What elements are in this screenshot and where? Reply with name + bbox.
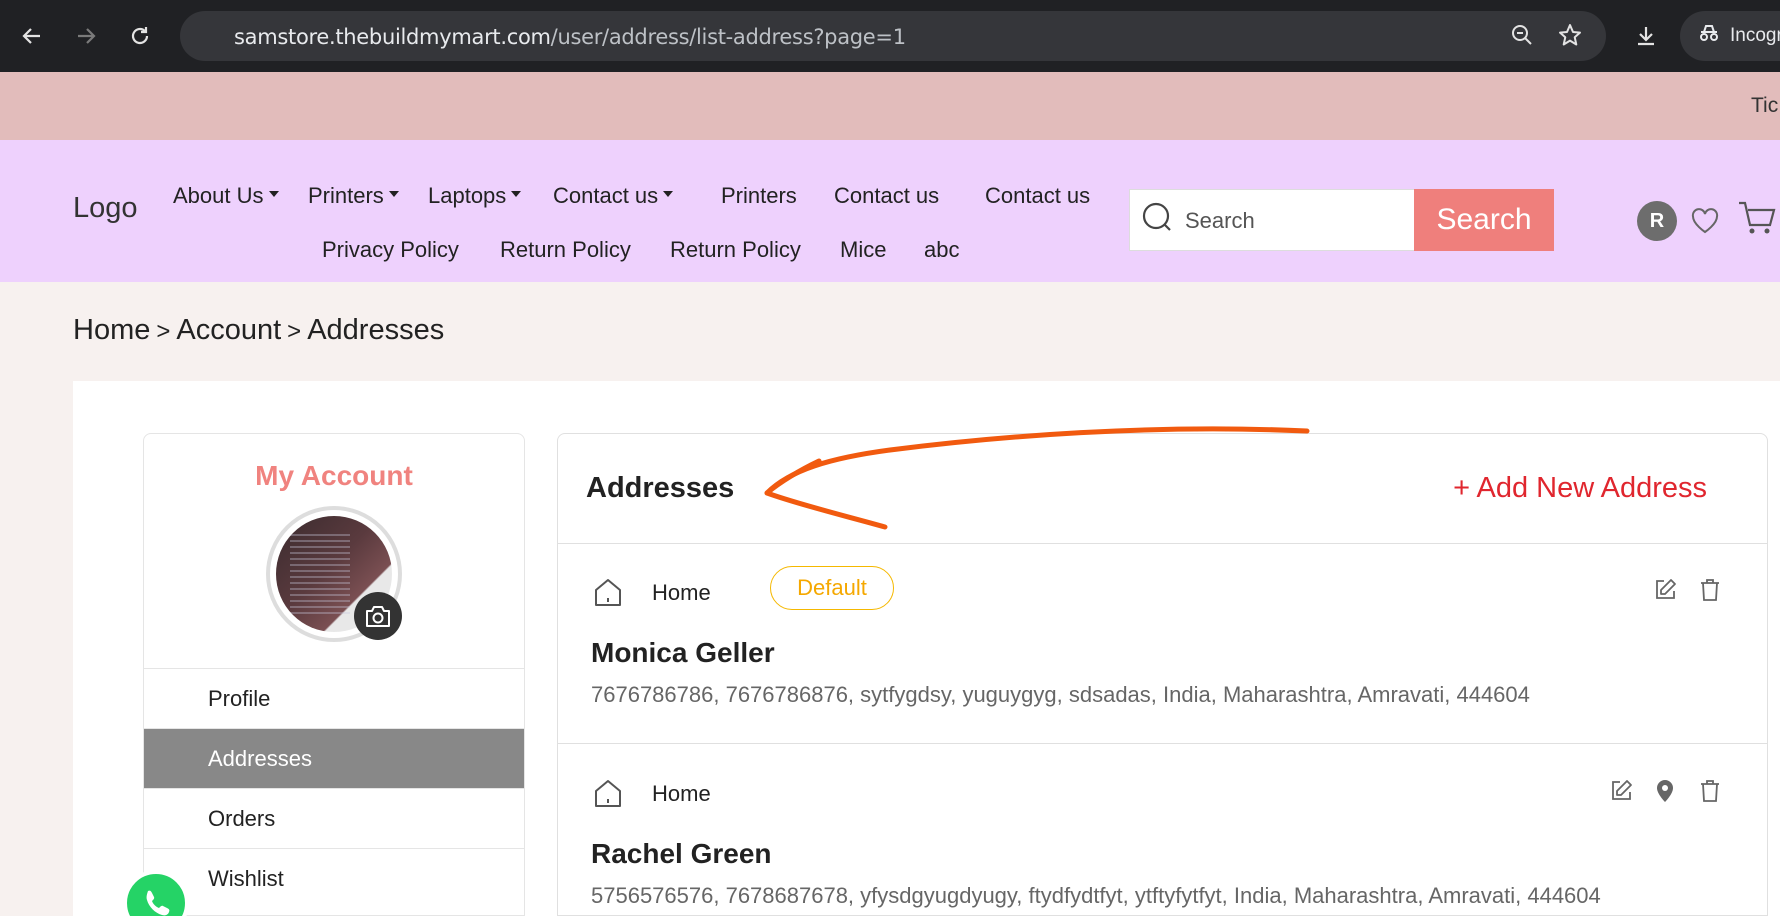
nav-contact-us-2[interactable]: Contact us <box>985 183 1090 209</box>
address-item: Home Default Monica Geller 7676786786, 7… <box>558 544 1767 744</box>
search-input[interactable] <box>1185 204 1405 238</box>
chevron-down-icon <box>511 191 522 198</box>
sidebar-item-profile[interactable]: Profile <box>144 668 524 728</box>
sidebar-item-wishlist[interactable]: Wishlist <box>144 848 524 908</box>
trash-icon[interactable] <box>1696 777 1724 805</box>
address-bar[interactable]: samstore.thebuildmymart.com/user/address… <box>180 11 1606 61</box>
announcement-bar: Tic <box>0 72 1780 140</box>
browser-toolbar: samstore.thebuildmymart.com/user/address… <box>0 0 1780 72</box>
default-badge: Default <box>770 566 894 610</box>
forward-icon[interactable] <box>68 18 104 54</box>
site-header: Logo About Us Printers Laptops Contact u… <box>0 140 1780 282</box>
edit-icon[interactable] <box>1651 576 1679 604</box>
nav-contact-us-dropdown[interactable]: Contact us <box>553 183 674 209</box>
user-avatar[interactable]: R <box>1637 201 1677 241</box>
address-name: Monica Geller <box>591 637 775 668</box>
search-icon <box>1141 201 1175 240</box>
chevron-down-icon <box>268 191 279 198</box>
back-icon[interactable] <box>14 18 50 54</box>
search-button[interactable]: Search <box>1414 189 1554 251</box>
chevron-down-icon <box>388 191 399 198</box>
account-sidebar: My Account Profile Addresses Orders Wish… <box>143 433 525 916</box>
home-icon <box>592 777 624 814</box>
addresses-title: Addresses <box>586 472 735 504</box>
addresses-card: Addresses + Add New Address Home Default… <box>557 433 1768 916</box>
cart-icon[interactable] <box>1737 200 1777 241</box>
heart-icon[interactable] <box>1691 208 1719 239</box>
nav-abc[interactable]: abc <box>924 237 959 263</box>
url-text[interactable]: samstore.thebuildmymart.com/user/address… <box>234 25 906 49</box>
breadcrumb-addresses: Addresses <box>307 314 445 346</box>
chevron-down-icon <box>663 191 674 198</box>
breadcrumb: Home > Account > Addresses <box>73 314 444 347</box>
nav-printers-dropdown[interactable]: Printers <box>308 183 399 209</box>
download-icon[interactable] <box>1628 18 1664 54</box>
incognito-icon <box>1698 24 1720 48</box>
breadcrumb-account[interactable]: Account <box>176 314 281 346</box>
search-box <box>1129 189 1415 251</box>
nav-privacy-policy[interactable]: Privacy Policy <box>322 237 459 263</box>
nav-mice[interactable]: Mice <box>840 237 886 263</box>
breadcrumb-home[interactable]: Home <box>73 314 150 346</box>
nav-return-policy[interactable]: Return Policy <box>500 237 631 263</box>
bookmark-star-icon[interactable] <box>1558 23 1582 52</box>
home-icon <box>592 576 624 613</box>
chevron-right-icon: > <box>287 318 302 345</box>
sidebar-item-addresses[interactable]: Addresses <box>144 728 524 788</box>
reload-icon[interactable] <box>122 18 158 54</box>
site-logo[interactable]: Logo <box>73 192 138 225</box>
nav-about-us[interactable]: About Us <box>173 183 279 209</box>
my-account-title: My Account <box>255 460 413 491</box>
addresses-header: Addresses + Add New Address <box>558 434 1767 544</box>
incognito-indicator[interactable]: Incognito <box>1680 11 1780 61</box>
trash-icon[interactable] <box>1696 576 1724 604</box>
incognito-label: Incognito <box>1730 25 1780 46</box>
camera-icon[interactable] <box>354 592 402 640</box>
address-item: Home Rachel Green 5756576576, 7678687678… <box>558 745 1767 915</box>
announcement-text: Tic <box>1751 94 1779 117</box>
address-name: Rachel Green <box>591 838 772 869</box>
address-type: Home <box>652 580 711 605</box>
nav-contact-us[interactable]: Contact us <box>834 183 939 209</box>
nav-return-policy-2[interactable]: Return Policy <box>670 237 801 263</box>
sidebar-item-orders[interactable]: Orders <box>144 788 524 848</box>
nav-laptops[interactable]: Laptops <box>428 183 522 209</box>
add-new-address-button[interactable]: + Add New Address <box>1453 472 1707 505</box>
chevron-right-icon: > <box>156 318 171 345</box>
zoom-icon[interactable] <box>1510 23 1534 52</box>
address-details: 5756576576, 7678687678, yfysdgyugdyugy, … <box>591 883 1601 908</box>
sidebar-menu: Profile Addresses Orders Wishlist <box>144 668 524 908</box>
nav-printers[interactable]: Printers <box>721 183 797 209</box>
address-type: Home <box>652 781 711 806</box>
edit-icon[interactable] <box>1607 777 1635 805</box>
map-pin-icon[interactable] <box>1651 777 1679 805</box>
address-details: 7676786786, 7676786876, sytfygdsy, yuguy… <box>591 682 1530 707</box>
